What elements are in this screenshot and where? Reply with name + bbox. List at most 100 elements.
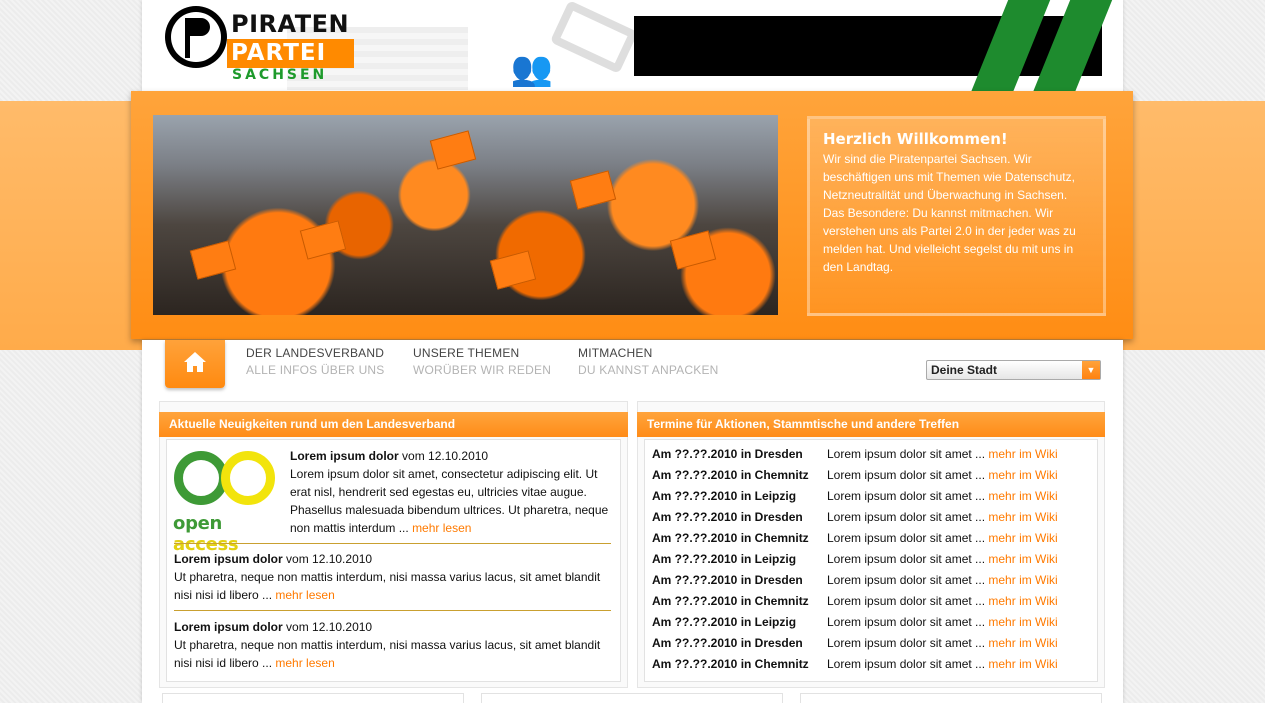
event-row: Am ??.??.2010 in Leipzig Lorem ipsum dolo… xyxy=(652,549,1092,570)
nav-themen[interactable]: UNSERE THEMEN WORÜBER WIR REDEN xyxy=(413,346,551,377)
event-text: Lorem ipsum dolor sit amet ... mehr im W… xyxy=(827,633,1058,654)
nav-landesverband[interactable]: DER LANDESVERBAND ALLE INFOS ÜBER UNS xyxy=(246,346,385,377)
news-item: Lorem ipsum dolor vom 12.10.2010 Ut phar… xyxy=(174,618,619,672)
events-heading: Termine für Aktionen, Stammtische und an… xyxy=(637,412,1105,437)
event-row: Am ??.??.2010 in Chemnitz Lorem ipsum dol… xyxy=(652,654,1092,675)
wiki-link[interactable]: mehr im Wiki xyxy=(988,531,1057,545)
read-more-link[interactable]: mehr lesen xyxy=(412,521,471,535)
news-title[interactable]: Lorem ipsum dolor xyxy=(174,620,283,634)
nav-title: MITMACHEN xyxy=(578,346,653,360)
event-description: Lorem ipsum dolor sit amet ... xyxy=(827,573,989,587)
news-date: vom 12.10.2010 xyxy=(398,449,489,463)
event-date: Am ??.??.2010 in Dresden xyxy=(652,510,803,524)
nav-subtitle: WORÜBER WIR REDEN xyxy=(413,363,552,377)
event-description: Lorem ipsum dolor sit amet ... xyxy=(827,552,989,566)
nav-title: DER LANDESVERBAND xyxy=(246,346,385,360)
event-row: Am ??.??.2010 in Chemnitz Lorem ipsum dol… xyxy=(652,591,1092,612)
event-description: Lorem ipsum dolor sit amet ... xyxy=(827,510,989,524)
event-date: Am ??.??.2010 in Leipzig xyxy=(652,552,797,566)
event-row: Am ??.??.2010 in Chemnitz Lorem ipsum dol… xyxy=(652,528,1092,549)
event-row: Am ??.??.2010 in Leipzig Lorem ipsum dolo… xyxy=(652,612,1092,633)
event-date: Am ??.??.2010 in Chemnitz xyxy=(652,531,809,545)
news-item: Lorem ipsum dolor vom 12.10.2010 Ut phar… xyxy=(174,550,619,604)
welcome-text: Wir sind die Piratenpartei Sachsen. Wir … xyxy=(823,152,1076,274)
news-heading: Aktuelle Neuigkeiten rund um den Landesv… xyxy=(159,412,628,437)
event-description: Lorem ipsum dolor sit amet ... xyxy=(827,468,989,482)
event-date: Am ??.??.2010 in Chemnitz xyxy=(652,468,809,482)
welcome-box: Herzlich Willkommen! Wir sind die Pirate… xyxy=(807,116,1106,316)
news-date: vom 12.10.2010 xyxy=(282,620,373,634)
event-text: Lorem ipsum dolor sit amet ... mehr im W… xyxy=(827,507,1058,528)
bottom-panel xyxy=(162,693,464,703)
event-description: Lorem ipsum dolor sit amet ... xyxy=(827,615,989,629)
event-description: Lorem ipsum dolor sit amet ... xyxy=(827,594,989,608)
welcome-title: Herzlich Willkommen! xyxy=(823,130,1008,148)
home-button[interactable] xyxy=(165,340,225,388)
news-title[interactable]: Lorem ipsum dolor xyxy=(290,449,399,463)
nav-subtitle: ALLE INFOS ÜBER UNS xyxy=(246,363,385,377)
news-text: Ut pharetra, neque non mattis interdum, … xyxy=(174,638,601,670)
wiki-link[interactable]: mehr im Wiki xyxy=(988,447,1057,461)
divider xyxy=(174,610,611,611)
event-text: Lorem ipsum dolor sit amet ... mehr im W… xyxy=(827,444,1058,465)
nav-subtitle: DU KANNST ANPACKEN xyxy=(578,363,719,377)
event-row: Am ??.??.2010 in Leipzig Lorem ipsum dolo… xyxy=(652,486,1092,507)
logo-line2: PARTEI xyxy=(227,39,354,68)
wiki-link[interactable]: mehr im Wiki xyxy=(988,657,1057,671)
event-description: Lorem ipsum dolor sit amet ... xyxy=(827,531,989,545)
site-logo[interactable]: PIRATEN PARTEI SACHSEN xyxy=(165,6,365,86)
news-item: Lorem ipsum dolor vom 12.10.2010 Lorem i… xyxy=(290,447,615,537)
chevron-down-icon: ▼ xyxy=(1082,361,1100,379)
event-description: Lorem ipsum dolor sit amet ... xyxy=(827,636,989,650)
wiki-link[interactable]: mehr im Wiki xyxy=(988,594,1057,608)
event-text: Lorem ipsum dolor sit amet ... mehr im W… xyxy=(827,465,1058,486)
event-row: Am ??.??.2010 in Chemnitz Lorem ipsum dol… xyxy=(652,465,1092,486)
event-text: Lorem ipsum dolor sit amet ... mehr im W… xyxy=(827,549,1058,570)
event-date: Am ??.??.2010 in Dresden xyxy=(652,447,803,461)
event-text: Lorem ipsum dolor sit amet ... mehr im W… xyxy=(827,612,1058,633)
bottom-panel xyxy=(481,693,783,703)
wiki-link[interactable]: mehr im Wiki xyxy=(988,615,1057,629)
event-row: Am ??.??.2010 in Dresden Lorem ipsum dolo… xyxy=(652,444,1092,465)
city-select-value: Deine Stadt xyxy=(931,363,998,377)
event-row: Am ??.??.2010 in Dresden Lorem ipsum dolo… xyxy=(652,507,1092,528)
home-icon xyxy=(184,352,206,372)
people-icon: 👥 xyxy=(510,50,554,88)
bottom-panel xyxy=(800,693,1102,703)
city-select[interactable]: Deine Stadt ▼ xyxy=(926,360,1101,380)
open-access-logo: open access xyxy=(173,451,283,555)
wiki-link[interactable]: mehr im Wiki xyxy=(988,636,1057,650)
event-date: Am ??.??.2010 in Leipzig xyxy=(652,489,797,503)
event-date: Am ??.??.2010 in Chemnitz xyxy=(652,657,809,671)
wiki-link[interactable]: mehr im Wiki xyxy=(988,552,1057,566)
hero-image xyxy=(153,115,778,315)
wiki-link[interactable]: mehr im Wiki xyxy=(988,489,1057,503)
wiki-link[interactable]: mehr im Wiki xyxy=(988,468,1057,482)
nav-mitmachen[interactable]: MITMACHEN DU KANNST ANPACKEN xyxy=(578,346,719,377)
event-description: Lorem ipsum dolor sit amet ... xyxy=(827,447,989,461)
event-text: Lorem ipsum dolor sit amet ... mehr im W… xyxy=(827,486,1058,507)
event-date: Am ??.??.2010 in Leipzig xyxy=(652,615,797,629)
event-date: Am ??.??.2010 in Chemnitz xyxy=(652,594,809,608)
event-text: Lorem ipsum dolor sit amet ... mehr im W… xyxy=(827,528,1058,549)
pirate-flag-icon xyxy=(165,6,227,68)
read-more-link[interactable]: mehr lesen xyxy=(275,656,334,670)
event-date: Am ??.??.2010 in Dresden xyxy=(652,573,803,587)
read-more-link[interactable]: mehr lesen xyxy=(275,588,334,602)
news-text: Ut pharetra, neque non mattis interdum, … xyxy=(174,570,601,602)
logo-line3: SACHSEN xyxy=(232,67,328,83)
event-text: Lorem ipsum dolor sit amet ... mehr im W… xyxy=(827,591,1058,612)
event-description: Lorem ipsum dolor sit amet ... xyxy=(827,657,989,671)
news-date: vom 12.10.2010 xyxy=(282,552,373,566)
event-text: Lorem ipsum dolor sit amet ... mehr im W… xyxy=(827,654,1058,675)
logo-text: open xyxy=(173,513,223,534)
divider xyxy=(174,543,611,544)
wiki-link[interactable]: mehr im Wiki xyxy=(988,510,1057,524)
event-row: Am ??.??.2010 in Dresden Lorem ipsum dolo… xyxy=(652,633,1092,654)
nav-title: UNSERE THEMEN xyxy=(413,346,520,360)
event-row: Am ??.??.2010 in Dresden Lorem ipsum dolo… xyxy=(652,570,1092,591)
wiki-link[interactable]: mehr im Wiki xyxy=(988,573,1057,587)
logo-line1: PIRATEN xyxy=(231,10,350,38)
news-title[interactable]: Lorem ipsum dolor xyxy=(174,552,283,566)
event-description: Lorem ipsum dolor sit amet ... xyxy=(827,489,989,503)
